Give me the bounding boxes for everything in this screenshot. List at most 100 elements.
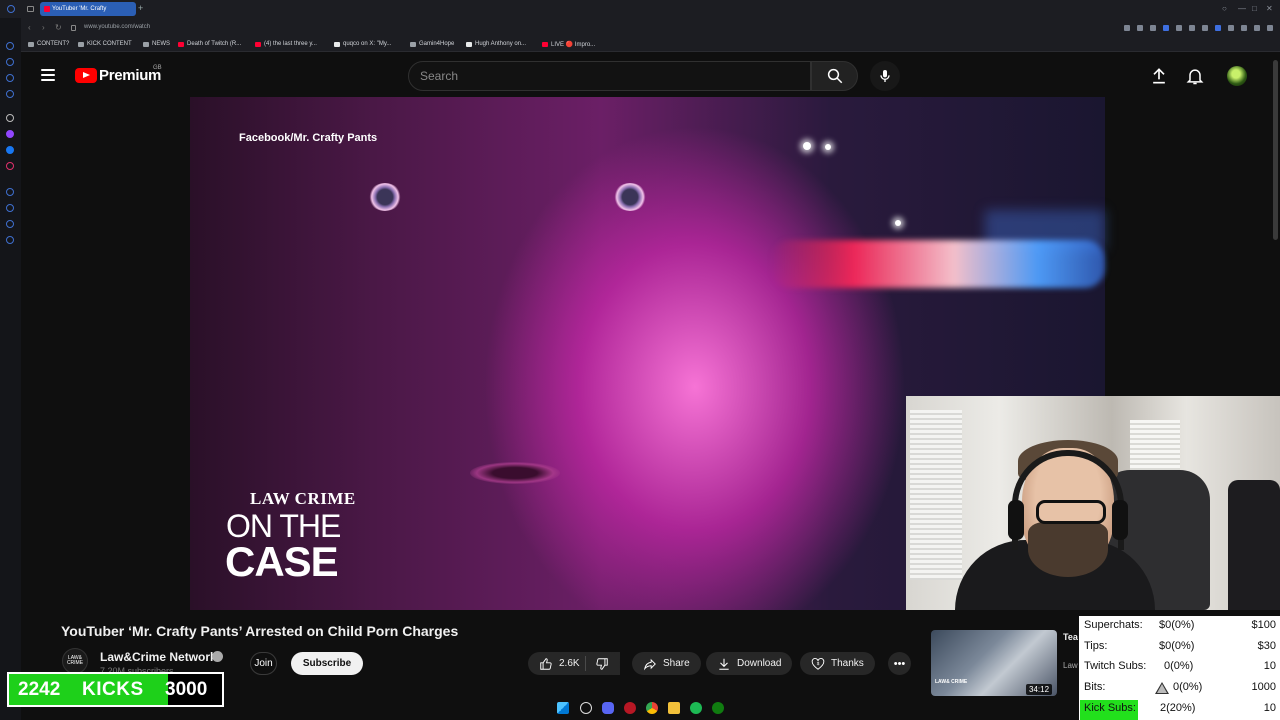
face-eye-left	[368, 183, 402, 211]
bookmark-item[interactable]: LIVE 🔴 Impro...	[542, 41, 595, 48]
sidebar-app-icon[interactable]	[6, 74, 14, 82]
new-tab-button[interactable]: +	[138, 3, 143, 13]
screen: YouTuber 'Mr. Crafty + ○ — □ ✕ ‹ › ↻ www…	[0, 0, 1280, 720]
voice-search-button[interactable]	[870, 61, 900, 91]
notifications-bell-icon[interactable]	[1185, 66, 1205, 86]
stat-goal: $100	[1251, 619, 1276, 631]
url-field[interactable]: www.youtube.com/watch	[84, 24, 150, 30]
vpn-icon[interactable]	[1163, 25, 1169, 31]
channel-name[interactable]: Law&Crime Network	[100, 650, 217, 664]
bookmark-item[interactable]: Death of Twitch (R...	[178, 41, 241, 47]
bookmark-item[interactable]: KICK CONTENT	[78, 41, 132, 47]
reload-icon[interactable]: ↻	[55, 23, 62, 32]
search-tabs-icon[interactable]: ○	[1222, 4, 1227, 13]
sidebar-aria-icon[interactable]	[6, 114, 14, 122]
subscribe-button[interactable]: Subscribe	[291, 652, 363, 675]
opera-icon[interactable]	[624, 702, 636, 714]
bookmark-label: (4) the last three y...	[264, 41, 317, 47]
menu-icon[interactable]	[1267, 25, 1273, 31]
extension-icon[interactable]	[1215, 25, 1221, 31]
bookmark-item[interactable]: NEWS	[143, 41, 170, 47]
maximize-icon[interactable]: □	[1252, 4, 1257, 13]
more-actions-button[interactable]: •••	[888, 652, 911, 675]
upload-icon[interactable]	[1149, 66, 1169, 86]
forward-icon[interactable]: ›	[42, 23, 45, 32]
share-icon	[643, 658, 656, 670]
close-icon[interactable]: ✕	[1266, 4, 1273, 13]
sidebar-settings-icon[interactable]	[6, 236, 14, 244]
stat-value: $0(0%)	[1159, 640, 1195, 652]
bookmark-item[interactable]: CONTENT?	[28, 41, 69, 47]
youtube-icon	[255, 41, 261, 47]
stat-label: Kick Subs:	[1084, 702, 1136, 714]
back-icon[interactable]: ‹	[28, 23, 31, 32]
discord-icon[interactable]	[602, 702, 614, 714]
extension-icon[interactable]	[1202, 25, 1208, 31]
extension-icon[interactable]	[1176, 25, 1182, 31]
dislike-button[interactable]	[586, 652, 620, 675]
windows-start-icon[interactable]	[557, 702, 569, 714]
sidebar-app-icon[interactable]	[6, 220, 14, 228]
download-icon	[719, 658, 729, 670]
x-icon	[334, 41, 340, 47]
sidebar-twitch-icon[interactable]	[6, 130, 14, 138]
search-input[interactable]	[408, 61, 811, 91]
thanks-button[interactable]: $ Thanks	[800, 652, 875, 675]
sidebar-instagram-icon[interactable]	[6, 162, 14, 170]
search-placeholder: Search	[420, 69, 459, 83]
sidebar-messenger-icon[interactable]	[6, 146, 14, 154]
bookmark-item[interactable]: Hugh Anthony on...	[466, 41, 526, 47]
spotify-icon[interactable]	[690, 702, 702, 714]
bookmark-item[interactable]: quqco on X: "My...	[334, 41, 391, 47]
extension-icon[interactable]	[1228, 25, 1234, 31]
folder-icon	[28, 41, 34, 47]
guide-menu-icon[interactable]	[41, 69, 55, 81]
bookmark-item[interactable]: (4) the last three y...	[255, 41, 317, 47]
account-avatar[interactable]	[1227, 66, 1247, 86]
webcam-headset	[1012, 450, 1124, 550]
heart-icon[interactable]	[1189, 25, 1195, 31]
sidebar-app-icon[interactable]	[6, 188, 14, 196]
stat-row-bits: Bits: 0(0%) 1000	[1084, 679, 1276, 697]
download-icon[interactable]	[1254, 25, 1260, 31]
minimize-icon[interactable]: —	[1238, 4, 1246, 13]
stat-row-superchats: Superchats: $0(0%) $100	[1084, 617, 1276, 635]
xbox-icon[interactable]	[712, 702, 724, 714]
page-scrollbar[interactable]	[1273, 60, 1278, 240]
bookmark-label: KICK CONTENT	[87, 41, 132, 47]
zoom-icon[interactable]	[1124, 25, 1130, 31]
search-icon	[827, 68, 843, 84]
taskbar-search-icon[interactable]	[580, 702, 592, 714]
youtube-icon	[178, 41, 184, 47]
share-button[interactable]: Share	[632, 652, 701, 675]
extension-icon[interactable]	[1137, 25, 1143, 31]
extension-icon[interactable]	[1150, 25, 1156, 31]
bookmark-label: Death of Twitch (R...	[187, 41, 242, 47]
download-button[interactable]: Download	[706, 652, 793, 675]
stat-goal: 1000	[1251, 681, 1276, 693]
youtube-brand[interactable]: Premium	[99, 67, 161, 84]
stat-row-kick-subs: Kick Subs: 2(20%) 10	[1084, 700, 1276, 718]
search-button[interactable]	[811, 61, 858, 91]
bookmark-label: quqco on X: "My...	[343, 41, 392, 47]
join-button[interactable]: Join	[250, 652, 277, 675]
street-light	[895, 220, 901, 226]
lock-icon[interactable]	[71, 25, 76, 31]
region-code: GB	[153, 65, 162, 71]
file-explorer-icon[interactable]	[668, 702, 680, 714]
sidebar-app-icon[interactable]	[6, 90, 14, 98]
sidebar-app-icon[interactable]	[6, 42, 14, 50]
chrome-icon[interactable]	[646, 702, 658, 714]
bookmark-label: Hugh Anthony on...	[475, 41, 527, 47]
bookmark-item[interactable]: Gamin4Hope	[410, 41, 454, 47]
tab-overview-icon[interactable]	[27, 6, 34, 12]
opera-logo-icon[interactable]	[7, 5, 15, 13]
wallet-icon[interactable]	[1241, 25, 1247, 31]
youtube-logo-icon[interactable]	[75, 68, 97, 83]
sidebar-app-icon[interactable]	[6, 58, 14, 66]
channel-avatar[interactable]: LAW& CRIME	[62, 648, 88, 674]
folder-icon	[410, 41, 416, 47]
browser-tab-active[interactable]: YouTuber 'Mr. Crafty	[40, 2, 136, 16]
sidebar-app-icon[interactable]	[6, 204, 14, 212]
youtube-favicon-icon	[44, 6, 50, 12]
